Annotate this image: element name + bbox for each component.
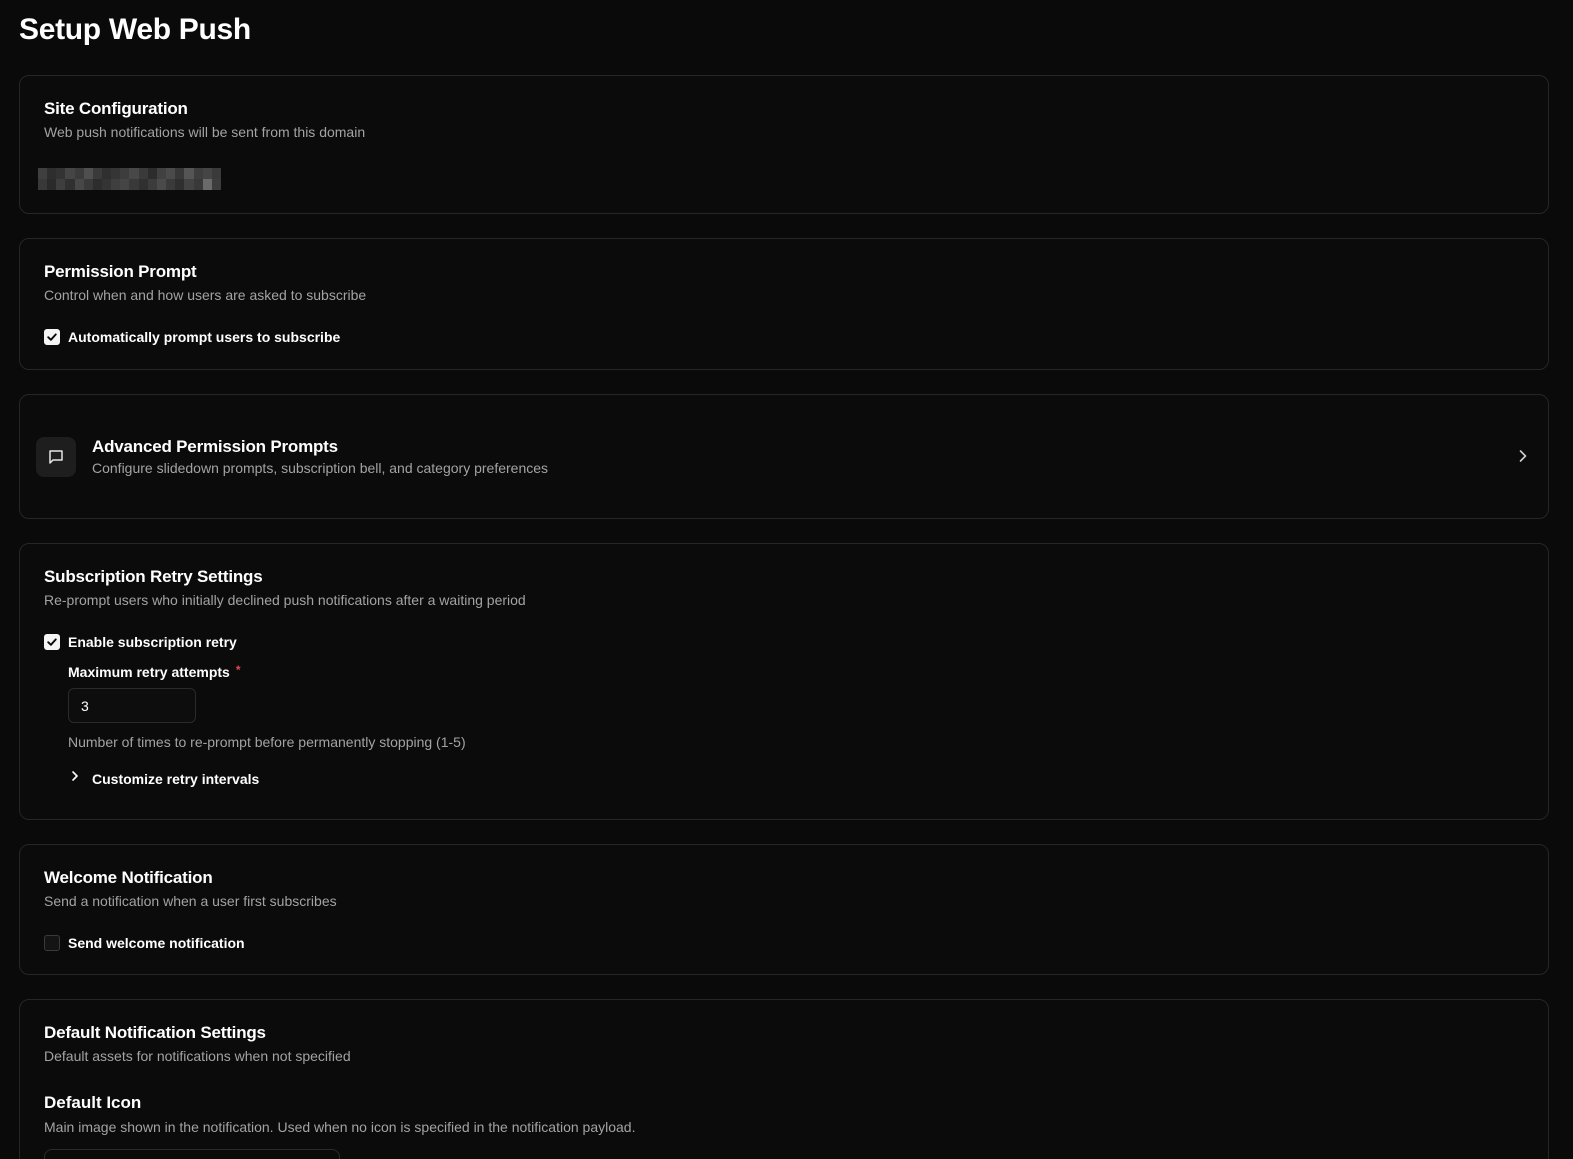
message-square-icon	[36, 437, 76, 477]
chevron-right-icon	[1516, 448, 1530, 469]
welcome-notification-title: Welcome Notification	[44, 868, 213, 887]
max-retry-help: Number of times to re-prompt before perm…	[68, 734, 466, 750]
check-icon	[47, 638, 57, 646]
send-welcome-label: Send welcome notification	[68, 935, 245, 951]
chevron-right-icon	[68, 769, 82, 788]
required-indicator: *	[235, 663, 241, 677]
max-retry-label-text: Maximum retry attempts	[68, 664, 230, 680]
site-configuration-description: Web push notifications will be sent from…	[44, 124, 366, 140]
setup-web-push-page: Setup Web Push Site Configuration Web pu…	[0, 0, 1573, 1159]
max-retry-input[interactable]	[68, 688, 196, 723]
send-welcome-checkbox-row[interactable]: Send welcome notification	[44, 935, 245, 951]
default-icon-description: Main image shown in the notification. Us…	[44, 1119, 636, 1135]
auto-prompt-checkbox-row[interactable]: Automatically prompt users to subscribe	[44, 329, 340, 345]
advanced-permission-prompts-title: Advanced Permission Prompts	[92, 437, 338, 456]
subscription-retry-card: Subscription Retry Settings Re-prompt us…	[19, 543, 1549, 820]
subscription-retry-description: Re-prompt users who initially declined p…	[44, 592, 526, 608]
enable-retry-checkbox-row[interactable]: Enable subscription retry	[44, 634, 237, 650]
site-configuration-card: Site Configuration Web push notification…	[19, 75, 1549, 214]
welcome-notification-card: Welcome Notification Send a notification…	[19, 844, 1549, 975]
permission-prompt-title: Permission Prompt	[44, 262, 197, 281]
customize-retry-intervals-toggle[interactable]: Customize retry intervals	[68, 769, 259, 788]
check-icon	[47, 333, 57, 341]
auto-prompt-checkbox[interactable]	[44, 329, 60, 345]
auto-prompt-label: Automatically prompt users to subscribe	[68, 329, 341, 345]
page-title: Setup Web Push	[19, 13, 251, 46]
send-welcome-checkbox[interactable]	[44, 935, 60, 951]
default-settings-description: Default assets for notifications when no…	[44, 1048, 351, 1064]
advanced-permission-prompts-description: Configure slidedown prompts, subscriptio…	[92, 460, 549, 476]
permission-prompt-card: Permission Prompt Control when and how u…	[19, 238, 1549, 370]
welcome-notification-description: Send a notification when a user first su…	[44, 893, 337, 909]
enable-retry-label: Enable subscription retry	[68, 634, 237, 650]
enable-retry-checkbox[interactable]	[44, 634, 60, 650]
default-icon-title: Default Icon	[44, 1093, 142, 1112]
max-retry-label: Maximum retry attempts *	[68, 663, 241, 680]
default-settings-title: Default Notification Settings	[44, 1023, 266, 1042]
default-notification-settings-card: Default Notification Settings Default as…	[19, 999, 1549, 1159]
advanced-permission-prompts-card[interactable]: Advanced Permission Prompts Configure sl…	[19, 394, 1549, 519]
permission-prompt-description: Control when and how users are asked to …	[44, 287, 367, 303]
customize-retry-intervals-label: Customize retry intervals	[92, 770, 260, 787]
default-icon-upload[interactable]	[44, 1149, 340, 1159]
subscription-retry-title: Subscription Retry Settings	[44, 567, 263, 586]
site-configuration-title: Site Configuration	[44, 99, 188, 118]
redacted-domain	[38, 168, 221, 190]
